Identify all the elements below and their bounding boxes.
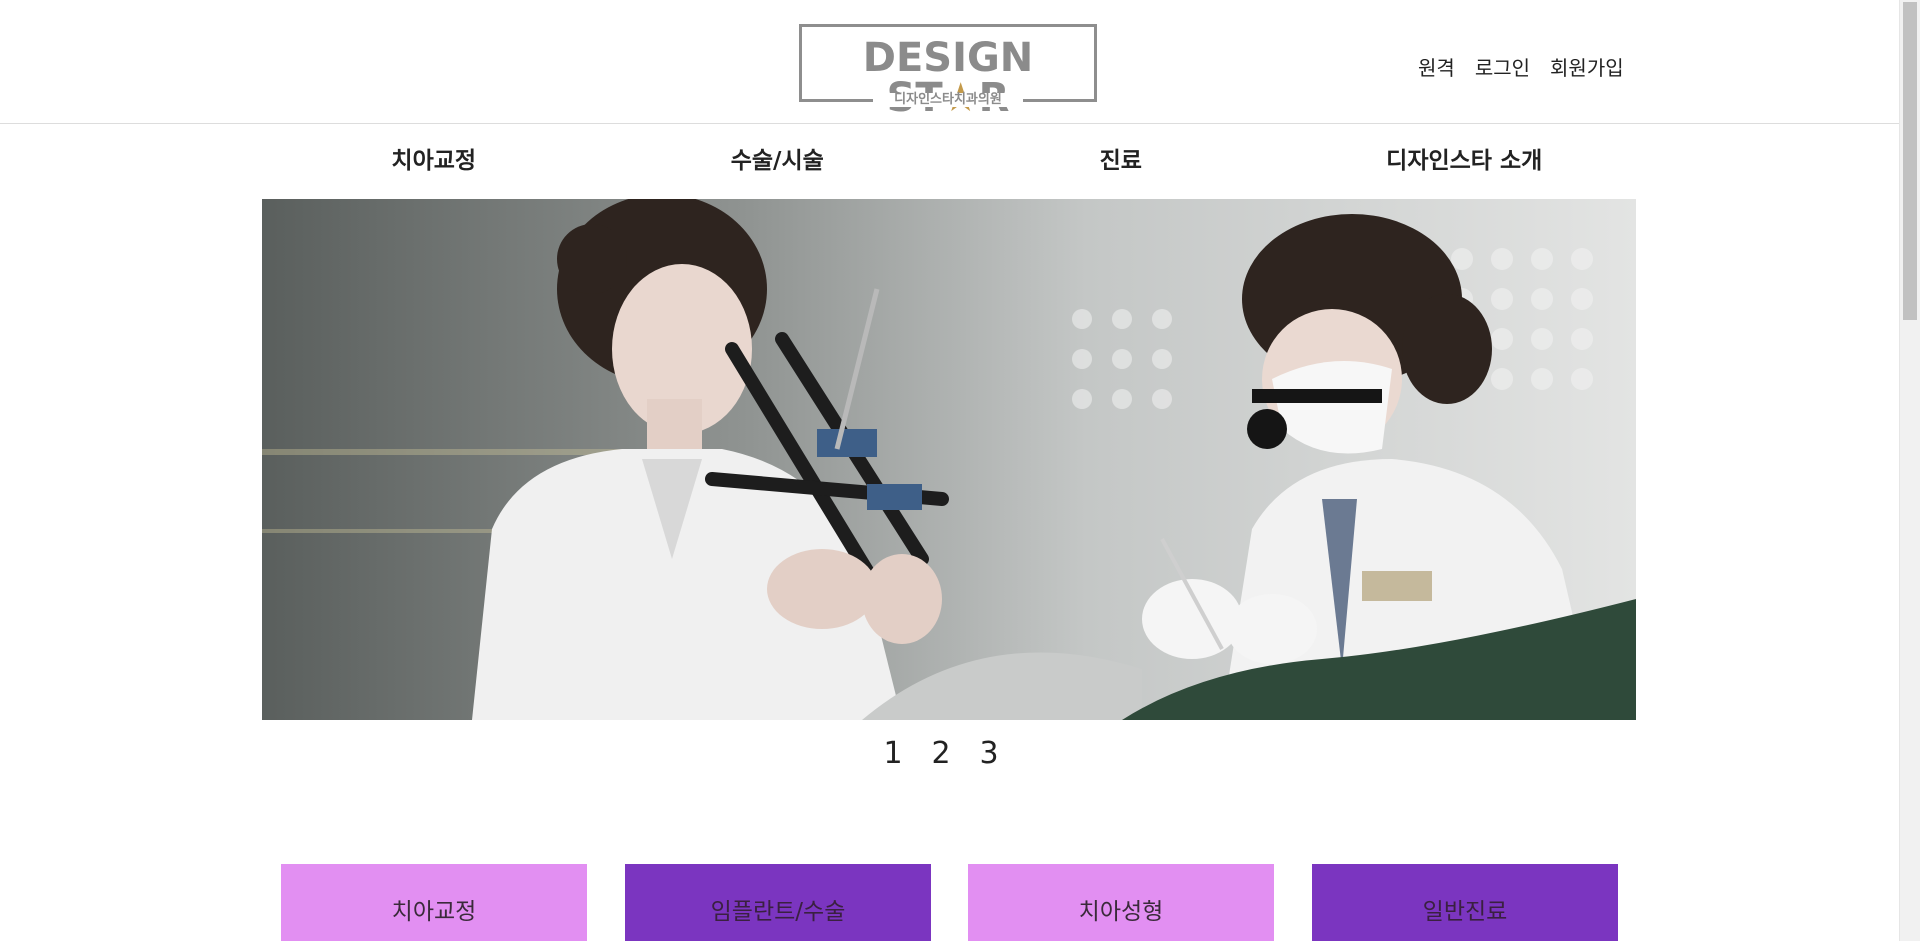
hero-slider[interactable] bbox=[262, 199, 1636, 720]
hero-image bbox=[262, 199, 1636, 720]
page: DESIGN ST★R 디자인스타치과의원 원격 로그인 회원가입 치아교정 수… bbox=[0, 0, 1920, 941]
main-nav: 치아교정 수술/시술 진료 디자인스타 소개 bbox=[262, 124, 1636, 198]
scrollbar-thumb[interactable] bbox=[1903, 2, 1917, 320]
pager-item-3[interactable]: 3 bbox=[978, 736, 1000, 772]
utility-nav: 원격 로그인 회원가입 bbox=[1418, 54, 1624, 82]
logo-subtitle: 디자인스타치과의원 bbox=[873, 93, 1023, 107]
site-logo[interactable]: DESIGN ST★R 디자인스타치과의원 bbox=[799, 24, 1097, 118]
signup-link[interactable]: 회원가입 bbox=[1550, 54, 1624, 82]
category-tiles: 치아교정 임플란트/수술 치아성형 일반진료 bbox=[281, 864, 1618, 941]
login-link[interactable]: 로그인 bbox=[1475, 54, 1530, 82]
tile-general-care[interactable]: 일반진료 bbox=[1312, 864, 1618, 941]
nav-item-about[interactable]: 디자인스타 소개 bbox=[1293, 124, 1637, 198]
nav-item-orthodontics[interactable]: 치아교정 bbox=[262, 124, 606, 198]
pager-item-1[interactable]: 1 bbox=[882, 736, 904, 772]
tile-orthodontics[interactable]: 치아교정 bbox=[281, 864, 587, 941]
tile-implant-surgery[interactable]: 임플란트/수술 bbox=[625, 864, 931, 941]
site-header: DESIGN ST★R 디자인스타치과의원 원격 로그인 회원가입 bbox=[0, 0, 1899, 124]
nav-item-surgery[interactable]: 수술/시술 bbox=[606, 124, 950, 198]
pager-item-2[interactable]: 2 bbox=[930, 736, 952, 772]
nav-item-treatment[interactable]: 진료 bbox=[949, 124, 1293, 198]
remote-link[interactable]: 원격 bbox=[1418, 54, 1455, 82]
tile-cosmetic[interactable]: 치아성형 bbox=[968, 864, 1274, 941]
scrollbar[interactable] bbox=[1899, 0, 1920, 941]
hero-pager: 1 2 3 bbox=[882, 736, 1000, 772]
